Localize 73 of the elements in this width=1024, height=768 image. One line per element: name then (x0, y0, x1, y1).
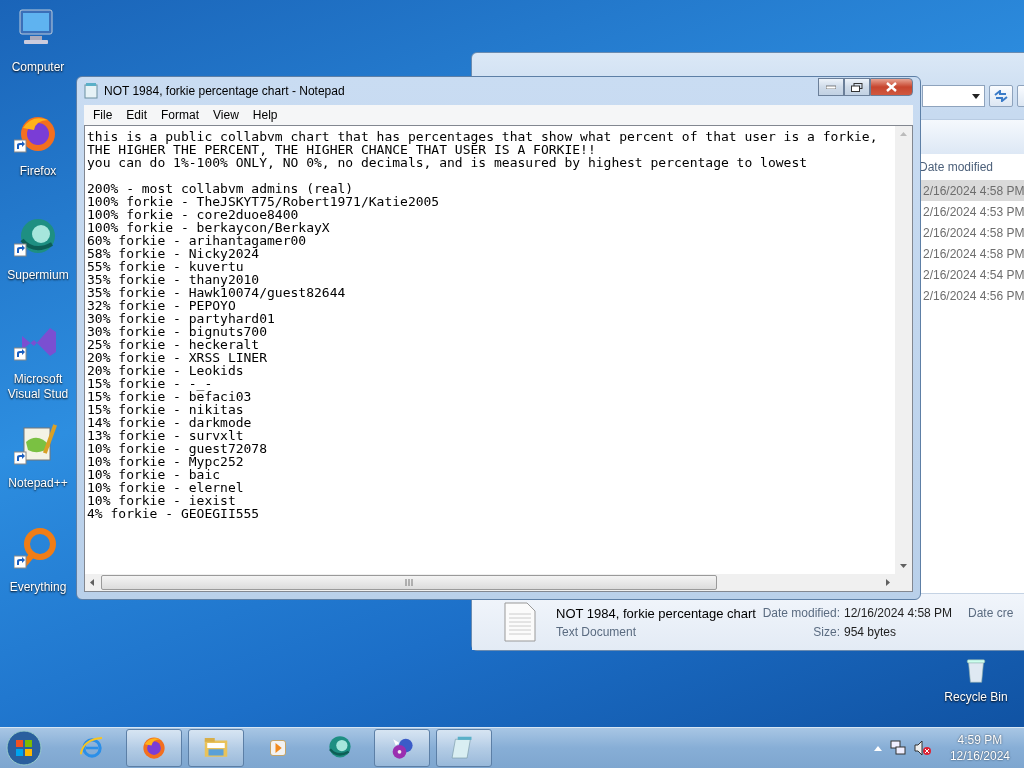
text-line: 60% forkie - arihantagamer00 (87, 234, 307, 247)
minimize-button[interactable] (818, 78, 844, 96)
desktop-icon-label[interactable]: Recycle Bin (939, 690, 1013, 705)
text-line: 55% forkie - kuvertu (87, 260, 244, 273)
text-line: 100% forkie - TheJSKYT75/Robert1971/Katie2005 (87, 195, 441, 208)
text-line: 30% forkie - bignuts700 (87, 325, 267, 338)
desktop-icon-label[interactable]: Everything (1, 580, 75, 595)
menu-item[interactable]: Edit (119, 108, 155, 122)
text-line: 30% forkie - partyhard01 (87, 312, 276, 325)
text-line: 10% forkie - Mypc252 (87, 455, 244, 468)
taskbar-button[interactable] (374, 729, 430, 767)
menu-item[interactable]: View (206, 108, 246, 122)
text-line: 100% forkie - core2duoe8400 (87, 208, 299, 221)
grip-icon (405, 579, 413, 586)
text-line: 10% forkie - iexist (87, 494, 237, 507)
text-line: 15% forkie - befaci03 (87, 390, 253, 403)
scroll-thumb[interactable] (101, 575, 717, 590)
text-line: 25% forkie - heckeralt (87, 338, 260, 351)
volume-muted-icon[interactable] (913, 740, 932, 756)
text-line: this is a public collabvm chart that has percentages that show what percent of that user is a forkie, (87, 130, 879, 143)
desktop-icon-label[interactable]: Microsoft Visual Stud (1, 372, 75, 402)
text-line: 35% forkie - Hawk10074/guest82644 (87, 286, 347, 299)
menu-item[interactable]: Help (245, 108, 285, 122)
desktop-icon-label[interactable]: Firefox (1, 164, 75, 179)
menu-item[interactable]: File (86, 108, 120, 122)
text-line: 35% forkie - thany2010 (87, 273, 261, 286)
text-line: 15% forkie - nikitas (87, 403, 245, 416)
document-icon (504, 602, 536, 642)
desktop-icon-label[interactable]: Computer (1, 60, 75, 75)
menu-item[interactable]: Format (154, 108, 207, 122)
text-line: 20% forkie - Leokids (87, 364, 245, 377)
taskbar-button[interactable] (126, 729, 182, 767)
taskbar-button[interactable] (188, 729, 244, 767)
restore-icon (851, 82, 863, 92)
date-label: Date cre (968, 605, 1014, 621)
start-button[interactable] (4, 728, 44, 768)
file-type: Text Document (556, 624, 638, 639)
close-icon (886, 82, 897, 92)
text-line: 4% forkie - GEOEGII555 (87, 507, 261, 520)
text-line: 15% forkie - -_- (87, 377, 214, 390)
text-line: 13% forkie - survxlt (87, 429, 245, 442)
address-field[interactable] (922, 85, 985, 107)
text-line: THE HIGHER THE PERCENT, THE HIGHER CHANCE THAT USER IS A FORKIE!! (87, 143, 597, 156)
text-line: 20% forkie - XRSS LINER (87, 351, 268, 364)
text-line: 10% forkie - elernel (87, 481, 245, 494)
windows-logo-icon (6, 730, 42, 766)
refresh-icon (994, 90, 1008, 102)
taskbar-button[interactable] (436, 729, 492, 767)
minimize-icon (826, 85, 836, 89)
close-button[interactable] (870, 78, 913, 96)
size-value: 954 bytes (844, 624, 898, 639)
file-name: NOT 1984, forkie percentage chart (556, 605, 757, 621)
notepad-icon (84, 83, 98, 99)
vertical-scrollbar[interactable] (895, 126, 912, 574)
text-line: 10% forkie - guest72078 (87, 442, 268, 455)
size-label: Size: (812, 624, 841, 639)
caret-icon[interactable] (972, 93, 980, 99)
date-label: Date modified: (762, 605, 841, 621)
window-title: NOT 1984, forkie percentage chart - Notepad (104, 84, 346, 98)
text-line: 100% forkie - berkaycon/BerkayX (87, 221, 331, 234)
desktop-icon-label[interactable]: Supermium (1, 268, 75, 283)
network-icon[interactable] (889, 740, 906, 756)
text-line: 14% forkie - darkmode (87, 416, 253, 429)
text-line: 58% forkie - Nicky2024 (87, 247, 260, 260)
date-value: 12/16/2024 4:58 PM (844, 605, 954, 621)
horizontal-scrollbar[interactable] (85, 574, 895, 591)
text-line: you can do 1%-100% ONLY, NO 0%, no decimals, and is measured by highest percentage to lowest (87, 156, 809, 169)
maximize-button[interactable] (844, 78, 870, 96)
text-line: 200% - most collabvm admins (real) (87, 182, 355, 195)
refresh-button[interactable] (989, 85, 1013, 107)
text-line: 10% forkie - baic (87, 468, 221, 481)
text-line: 32% forkie - PEPOYO (87, 299, 236, 312)
desktop-icon-label[interactable]: Notepad++ (1, 476, 75, 491)
